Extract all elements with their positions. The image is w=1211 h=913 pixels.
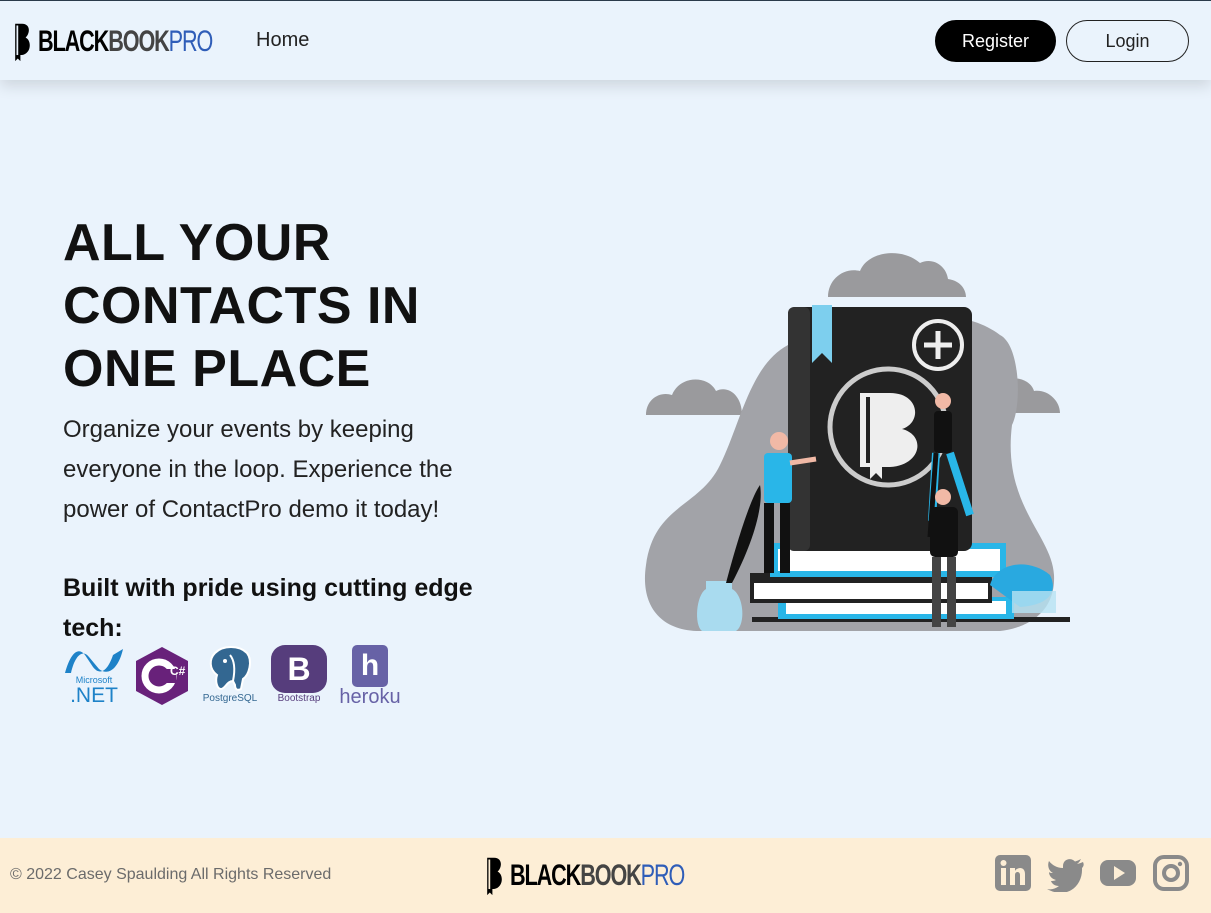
heroku-icon: h xyxy=(352,645,388,687)
youtube-icon[interactable] xyxy=(1099,854,1137,892)
dotnet-logo: Microsoft .NET xyxy=(63,645,125,706)
book-logo-icon xyxy=(487,857,502,896)
linkedin-icon[interactable] xyxy=(994,854,1032,892)
nav-home-link[interactable]: Home xyxy=(256,29,309,52)
footer: © 2022 Casey Spaulding All Rights Reserv… xyxy=(0,838,1211,913)
copyright-text: © 2022 Casey Spaulding All Rights Reserv… xyxy=(10,866,332,883)
heroku-logo: h heroku xyxy=(337,645,403,707)
tech-logos: Microsoft .NET C# PostgreSQL B Bootstrap… xyxy=(63,645,403,707)
hero-illustration xyxy=(644,253,1070,631)
bootstrap-logo: B Bootstrap xyxy=(269,645,329,704)
dotnet-icon xyxy=(65,649,123,673)
postgresql-logo: PostgreSQL xyxy=(199,645,261,704)
postgresql-icon xyxy=(209,646,251,691)
navbar: BLACKBOOKPRO Home Register Login xyxy=(0,0,1211,80)
cloud-icon xyxy=(828,253,966,297)
book-logo-icon xyxy=(15,23,30,62)
brand-logo[interactable]: BLACKBOOKPRO xyxy=(12,18,280,66)
tech-heading: Built with pride using cutting edge tech… xyxy=(63,574,473,642)
csharp-icon: C# xyxy=(136,647,188,705)
footer-brand-logo[interactable]: BLACKBOOKPRO xyxy=(484,852,752,900)
cloud-icon xyxy=(646,379,742,415)
twitter-icon[interactable] xyxy=(1047,854,1085,892)
register-button[interactable]: Register xyxy=(935,20,1056,62)
logo-wordmark: BLACKBOOKPRO xyxy=(38,25,213,58)
svg-text:C#: C# xyxy=(170,664,186,678)
hero-title: ALL YOUR CONTACTS IN ONE PLACE xyxy=(63,214,420,398)
bootstrap-icon: B xyxy=(271,645,327,693)
instagram-icon[interactable] xyxy=(1152,854,1190,892)
login-button[interactable]: Login xyxy=(1066,20,1189,62)
hero-description: Organize your events by keeping everyone… xyxy=(63,416,453,523)
logo-wordmark: BLACKBOOKPRO xyxy=(510,859,685,892)
csharp-logo: C# xyxy=(133,645,191,707)
